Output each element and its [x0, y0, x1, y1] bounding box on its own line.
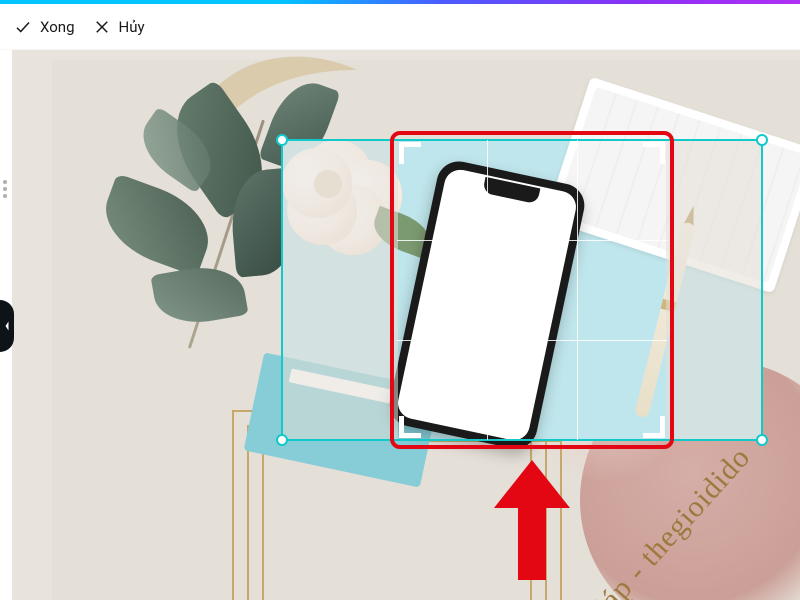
resize-handle-br[interactable] [756, 434, 768, 446]
crop-handle-br[interactable] [643, 416, 665, 438]
resize-handle-tr[interactable] [756, 134, 768, 146]
design-canvas[interactable]: hỏi đáp - thegioidido [12, 50, 800, 600]
cancel-label: Hủy [119, 18, 145, 36]
chevron-left-icon [3, 320, 11, 332]
done-label: Xong [40, 18, 75, 36]
drag-dots-icon [3, 180, 7, 198]
crop-shade [283, 141, 398, 439]
crop-toolbar: Xong Hủy [0, 4, 800, 50]
app-root: Xong Hủy hỏi đáp - thegioidido [0, 0, 800, 600]
crop-handle-bl[interactable] [399, 416, 421, 438]
cancel-button[interactable]: Hủy [93, 18, 145, 36]
resize-handle-tl[interactable] [276, 134, 288, 146]
crop-target-image[interactable] [282, 140, 762, 440]
rule-of-thirds-grid [397, 140, 667, 440]
done-button[interactable]: Xong [14, 18, 75, 36]
check-icon [14, 18, 32, 36]
crop-shade [666, 141, 761, 439]
crop-handle-tr[interactable] [643, 142, 665, 164]
crop-handle-tl[interactable] [399, 142, 421, 164]
crop-frame[interactable] [397, 140, 667, 440]
resize-handle-bl[interactable] [276, 434, 288, 446]
close-icon [93, 18, 111, 36]
